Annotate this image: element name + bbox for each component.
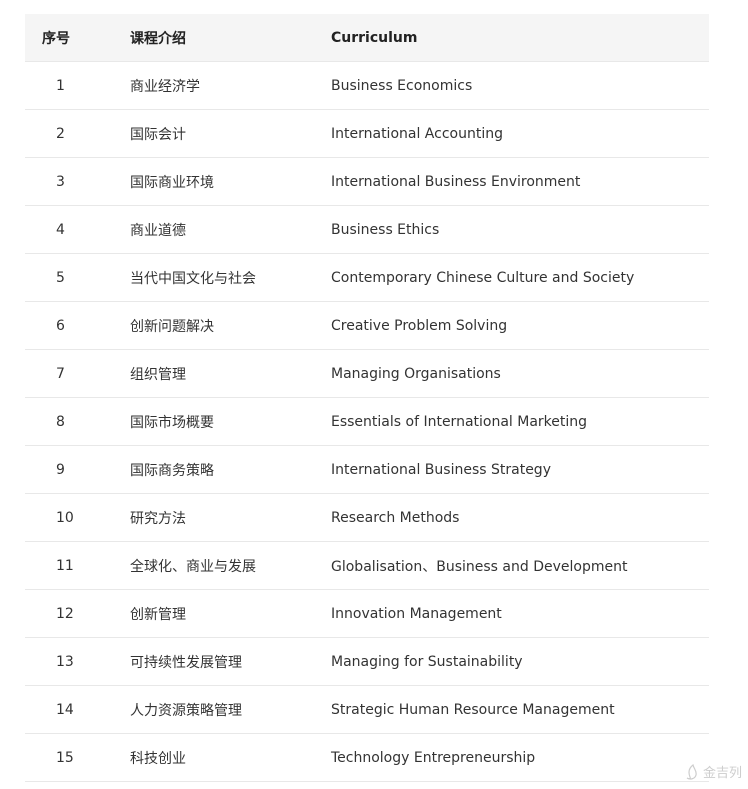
table-row: 15 科技创业 Technology Entrepreneurship <box>25 734 709 782</box>
cell-course-cn: 国际商务策略 <box>130 462 214 479</box>
cell-index: 9 <box>56 461 65 478</box>
cell-course-en: International Business Strategy <box>331 461 551 478</box>
cell-index: 3 <box>56 173 65 190</box>
cell-course-cn: 商业经济学 <box>130 78 200 95</box>
table-row: 13 可持续性发展管理 Managing for Sustainability <box>25 638 709 686</box>
cell-course-cn: 国际市场概要 <box>130 414 214 431</box>
cell-course-cn: 国际商业环境 <box>130 174 214 191</box>
table-row: 9 国际商务策略 International Business Strategy <box>25 446 709 494</box>
cell-index: 2 <box>56 125 65 142</box>
cell-course-en: Innovation Management <box>331 605 502 622</box>
cell-index: 5 <box>56 269 65 286</box>
cell-course-en: International Accounting <box>331 125 503 142</box>
cell-course-en: Globalisation、Business and Development <box>331 558 628 575</box>
cell-index: 10 <box>56 509 74 526</box>
table-row: 6 创新问题解决 Creative Problem Solving <box>25 302 709 350</box>
cell-index: 8 <box>56 413 65 430</box>
cell-index: 1 <box>56 77 65 94</box>
cell-course-cn: 国际会计 <box>130 126 186 143</box>
table-row: 10 研究方法 Research Methods <box>25 494 709 542</box>
cell-course-cn: 全球化、商业与发展 <box>130 558 256 575</box>
cell-index: 14 <box>56 701 74 718</box>
cell-course-en: International Business Environment <box>331 173 581 190</box>
cell-index: 11 <box>56 557 74 574</box>
cell-course-en: Technology Entrepreneurship <box>331 749 536 766</box>
cell-course-cn: 科技创业 <box>130 750 186 767</box>
curriculum-table: 序号 课程介绍 Curriculum 1 商业经济学 Business Econom… <box>25 14 709 782</box>
table-header-row: 序号 课程介绍 Curriculum <box>25 14 709 62</box>
cell-course-cn: 组织管理 <box>130 366 186 383</box>
cell-course-cn: 创新问题解决 <box>130 318 214 335</box>
cell-course-cn: 可持续性发展管理 <box>130 654 242 671</box>
cell-index: 6 <box>56 317 65 334</box>
cell-index: 15 <box>56 749 74 766</box>
cell-index: 13 <box>56 653 74 670</box>
cell-course-en: Essentials of International Marketing <box>331 413 588 430</box>
cell-index: 7 <box>56 365 65 382</box>
cell-index: 4 <box>56 221 65 238</box>
cell-course-en: Managing for Sustainability <box>331 653 523 670</box>
watermark-text: 金吉列 <box>702 766 742 781</box>
cell-course-en: Managing Organisations <box>331 365 501 382</box>
table-row: 1 商业经济学 Business Economics <box>25 62 709 110</box>
cell-course-en: Research Methods <box>331 509 460 526</box>
cell-course-cn: 当代中国文化与社会 <box>130 270 256 287</box>
cell-course-cn: 创新管理 <box>130 606 186 623</box>
watermark: 金吉列 <box>684 762 742 781</box>
table-row: 14 人力资源策略管理 Strategic Human Resource Manag… <box>25 686 709 734</box>
cell-course-cn: 人力资源策略管理 <box>130 702 242 719</box>
header-curriculum: Curriculum <box>331 29 418 46</box>
watermark-logo-icon <box>686 763 697 780</box>
cell-index: 12 <box>56 605 74 622</box>
cell-course-en: Contemporary Chinese Culture and Society <box>331 269 635 286</box>
cell-course-en: Business Economics <box>331 77 473 94</box>
table-row: 4 商业道德 Business Ethics <box>25 206 709 254</box>
table-row: 8 国际市场概要 Essentials of International Marke… <box>25 398 709 446</box>
cell-course-en: Business Ethics <box>331 221 440 238</box>
header-index: 序号 <box>42 30 70 47</box>
cell-course-en: Creative Problem Solving <box>331 317 508 334</box>
table-body: 1 商业经济学 Business Economics 2 国际会计 Internation… <box>25 62 709 782</box>
table-row: 7 组织管理 Managing Organisations <box>25 350 709 398</box>
table-row: 2 国际会计 International Accounting <box>25 110 709 158</box>
cell-course-cn: 研究方法 <box>130 510 186 527</box>
header-course-intro: 课程介绍 <box>130 30 186 47</box>
table-row: 5 当代中国文化与社会 Contemporary Chinese Culture a… <box>25 254 709 302</box>
table-row: 11 全球化、商业与发展 Globalisation、Business and De… <box>25 542 709 590</box>
table-row: 12 创新管理 Innovation Management <box>25 590 709 638</box>
cell-course-cn: 商业道德 <box>130 222 186 239</box>
table-row: 3 国际商业环境 International Business Environmen… <box>25 158 709 206</box>
cell-course-en: Strategic Human Resource Management <box>331 701 615 718</box>
